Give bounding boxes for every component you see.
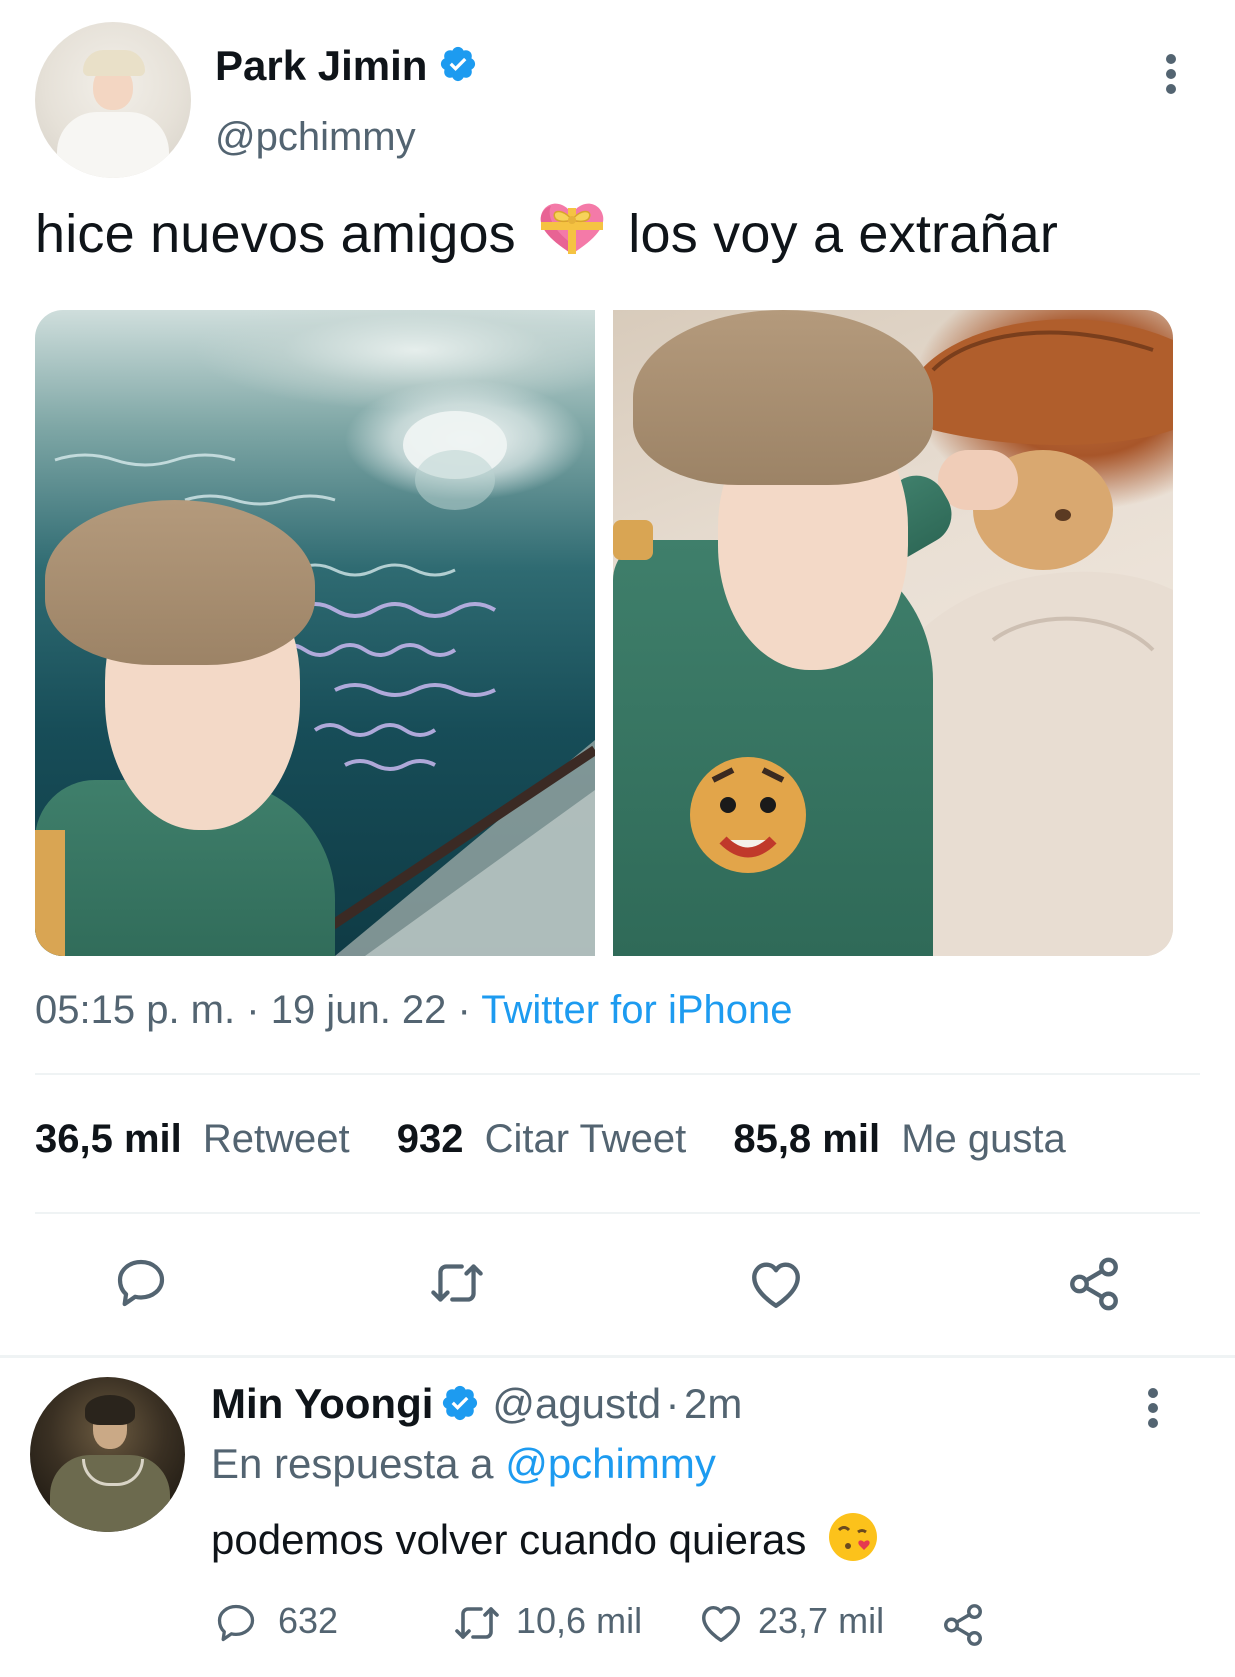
- retweets-label: Retweet: [202, 1117, 350, 1161]
- reply-author-name[interactable]: Min Yoongi: [211, 1380, 433, 1427]
- reply-replies-action[interactable]: 632: [214, 1600, 338, 1645]
- likes-count: 23,7 mil: [758, 1600, 885, 1641]
- retweets-count: 10,6 mil: [516, 1600, 643, 1641]
- replying-to-label: En respuesta a: [211, 1440, 494, 1487]
- jacket-stripe: [35, 830, 65, 956]
- jacket-collar-stripe: [613, 520, 653, 560]
- retweet-icon[interactable]: [427, 1257, 487, 1309]
- reply-likes-action[interactable]: 23,7 mil: [698, 1600, 884, 1645]
- retweets-count: 36,5 mil: [35, 1117, 182, 1161]
- tweet-text: hice nuevos amigos los voy a extrañar: [35, 200, 1058, 265]
- author-name-row[interactable]: Park Jimin: [215, 42, 478, 90]
- verified-badge-icon: [440, 46, 475, 82]
- quotes-count: 932: [396, 1117, 464, 1161]
- tweet-time[interactable]: 05:15 p. m.: [35, 988, 235, 1032]
- tweet-text-part-2: los voy a extrañar: [628, 204, 1059, 264]
- reply-author-handle[interactable]: @agustd: [492, 1380, 661, 1427]
- tweet-stats: 36,5 mil Retweet 932 Citar Tweet 85,8 mi…: [35, 1117, 1066, 1162]
- tweet-separator: [0, 1355, 1235, 1358]
- like-icon[interactable]: [747, 1257, 805, 1311]
- tweet-date[interactable]: 19 jun. 22: [271, 988, 447, 1032]
- quotes-stat[interactable]: 932 Citar Tweet: [397, 1117, 698, 1161]
- likes-count: 85,8 mil: [733, 1117, 881, 1161]
- person-hair: [633, 310, 933, 485]
- avatar-body-shape: [57, 112, 169, 178]
- tweet-text-part-1: hice nuevos amigos: [35, 204, 516, 264]
- share-icon[interactable]: [1065, 1255, 1123, 1313]
- tiger-emblem: [690, 757, 806, 873]
- replying-to-handle[interactable]: @pchimmy: [505, 1440, 716, 1487]
- author-handle[interactable]: @pchimmy: [215, 115, 416, 160]
- avatar-hair-shape: [85, 1395, 135, 1425]
- replies-count: 632: [278, 1600, 339, 1641]
- reply-text: podemos volver cuando quieras: [211, 1510, 880, 1564]
- reply-retweets-action[interactable]: 10,6 mil: [452, 1600, 642, 1645]
- tweet-photo-aquarium-beluga[interactable]: [35, 310, 595, 956]
- like-icon: [702, 1606, 740, 1643]
- retweets-stat[interactable]: 36,5 mil Retweet: [35, 1117, 361, 1161]
- likes-stat[interactable]: 85,8 mil Me gusta: [733, 1117, 1065, 1161]
- reply-meta-separator: ·: [665, 1380, 680, 1427]
- reply-icon[interactable]: [113, 1255, 169, 1311]
- avatar-hat-shape: [83, 50, 145, 76]
- meta-separator: ·: [246, 988, 260, 1032]
- divider: [35, 1073, 1200, 1075]
- tweet-source-link[interactable]: Twitter for iPhone: [481, 988, 792, 1032]
- tweet-metadata: 05:15 p. m. · 19 jun. 22 · Twitter for i…: [35, 988, 793, 1033]
- reply-time[interactable]: 2m: [684, 1380, 742, 1427]
- heart-with-ribbon-icon: [540, 203, 604, 254]
- author-avatar[interactable]: [35, 22, 191, 178]
- verified-badge-icon: [442, 1385, 477, 1421]
- tweet-photo-sea-turtle[interactable]: [613, 310, 1173, 956]
- reply-more-options-icon[interactable]: [1147, 1388, 1159, 1433]
- likes-label: Me gusta: [901, 1117, 1066, 1161]
- person-hand: [938, 450, 1018, 510]
- face-blowing-kiss-icon: [829, 1513, 878, 1561]
- reply-icon: [217, 1605, 255, 1642]
- retweet-icon: [455, 1607, 499, 1640]
- person-hair: [45, 500, 315, 665]
- reply-header: Min Yoongi @agustd · 2m: [211, 1380, 742, 1428]
- quotes-label: Citar Tweet: [484, 1117, 687, 1161]
- replying-to: En respuesta a @pchimmy: [211, 1440, 716, 1488]
- reply-share-icon[interactable]: [940, 1602, 986, 1648]
- meta-separator: ·: [457, 988, 471, 1032]
- reply-author-avatar[interactable]: [30, 1377, 185, 1532]
- reply-text-content: podemos volver cuando quieras: [211, 1516, 807, 1563]
- divider: [35, 1212, 1200, 1214]
- author-name[interactable]: Park Jimin: [215, 42, 427, 89]
- more-options-icon[interactable]: [1165, 54, 1177, 99]
